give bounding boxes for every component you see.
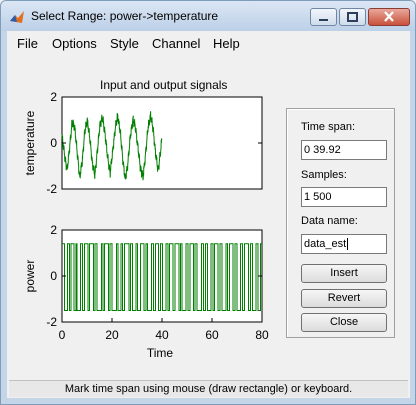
menu-file[interactable]: File bbox=[17, 36, 38, 51]
signal-plots[interactable]: 20-2 temperature 20-2 0 20 40 60 80 power Ti… bbox=[7, 56, 282, 366]
temperature-ytick-label: 2 bbox=[50, 90, 57, 104]
temperature-y-label: temperature bbox=[23, 110, 37, 175]
status-bar: Mark time span using mouse (draw rectang… bbox=[9, 380, 408, 397]
maximize-icon bbox=[347, 12, 358, 22]
power-xtick-label: 40 bbox=[155, 328, 169, 342]
insert-button[interactable]: Insert bbox=[301, 264, 387, 283]
temperature-axes[interactable]: 2 0 -2 temperature bbox=[23, 90, 263, 196]
temperature-plot-box[interactable] bbox=[61, 96, 263, 190]
time-x-label: Time bbox=[147, 346, 174, 360]
matlab-icon bbox=[10, 11, 24, 23]
menu-channel[interactable]: Channel bbox=[152, 36, 200, 51]
close-button[interactable]: Close bbox=[301, 313, 387, 332]
power-xtick-label: 60 bbox=[205, 328, 219, 342]
data-name-label: Data name: bbox=[301, 215, 358, 227]
time-span-field[interactable]: 0 39.92 bbox=[301, 140, 387, 160]
minimize-icon bbox=[319, 19, 328, 21]
range-panel: Time span: 0 39.92 Samples: 1 500 Data n… bbox=[286, 108, 395, 338]
data-name-field[interactable]: data_est bbox=[301, 234, 387, 254]
dialog-window: Select Range: power->temperature File Op… bbox=[0, 0, 416, 405]
minimize-button[interactable] bbox=[310, 8, 337, 26]
data-name-value: data_est bbox=[304, 238, 347, 250]
menu-help[interactable]: Help bbox=[213, 36, 240, 51]
text-cursor bbox=[347, 238, 349, 251]
power-xtick-label: 0 bbox=[59, 328, 66, 342]
power-y-label: power bbox=[23, 260, 37, 293]
window-title: Select Range: power->temperature bbox=[31, 9, 219, 23]
samples-field[interactable]: 1 500 bbox=[301, 187, 387, 207]
power-axes[interactable]: 20-2 0 20 40 60 80 power Time bbox=[23, 223, 269, 360]
samples-label: Samples: bbox=[301, 169, 347, 181]
power-xtick-label: 20 bbox=[105, 328, 119, 342]
power-ytick-label: 0 bbox=[50, 269, 57, 283]
close-icon bbox=[384, 11, 394, 22]
menu-bar: File Options Style Channel Help bbox=[7, 31, 410, 56]
revert-button[interactable]: Revert bbox=[301, 289, 387, 308]
title-bar[interactable]: Select Range: power->temperature bbox=[1, 1, 415, 31]
temperature-ytick-label: 0 bbox=[50, 136, 57, 150]
power-ytick-label: -2 bbox=[46, 315, 57, 329]
power-ytick-label: 2 bbox=[50, 223, 57, 237]
power-xtick-label: 80 bbox=[255, 328, 269, 342]
time-span-label: Time span: bbox=[301, 121, 356, 133]
menu-options[interactable]: Options bbox=[52, 36, 97, 51]
close-window-button[interactable] bbox=[368, 8, 410, 26]
menu-style[interactable]: Style bbox=[110, 36, 139, 51]
figure-area: Input and output signals 2 0 -2 temperatur… bbox=[7, 56, 410, 398]
maximize-button[interactable] bbox=[339, 8, 366, 26]
temperature-ytick-label: -2 bbox=[46, 182, 57, 196]
